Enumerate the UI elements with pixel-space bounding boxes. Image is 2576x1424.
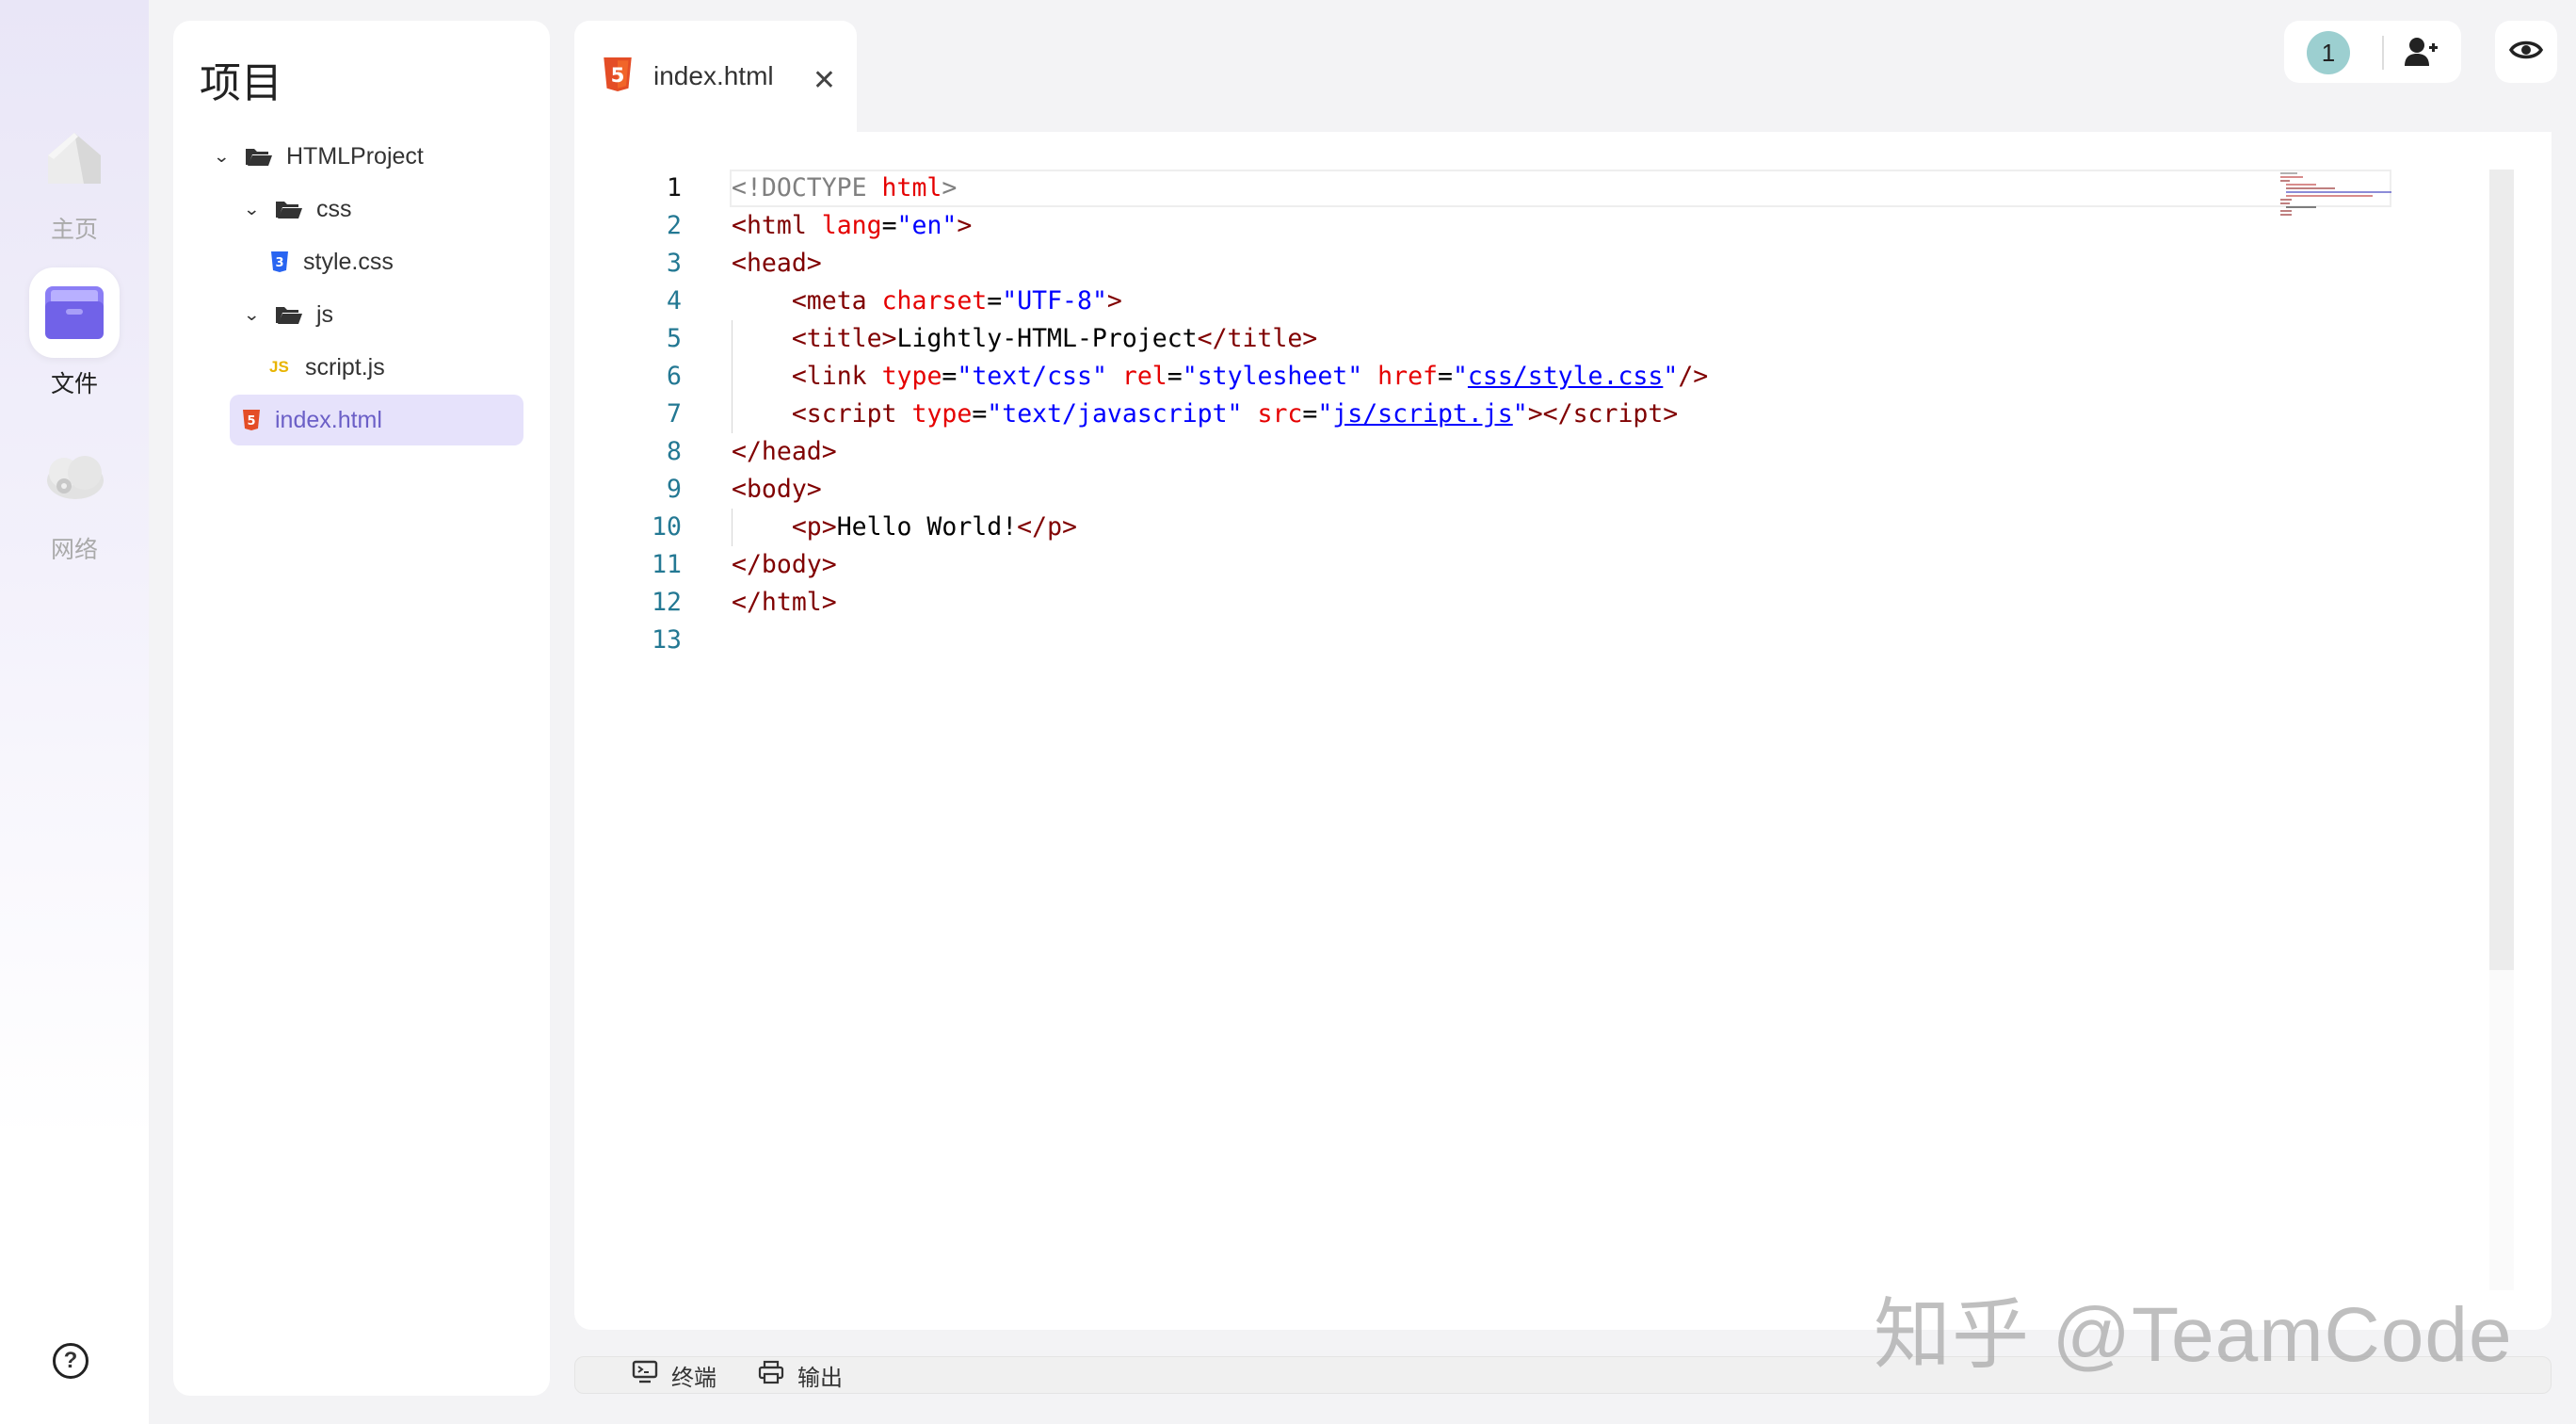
rail-item-files[interactable]: 文件 [0, 267, 149, 399]
code-line: 12 </html> [574, 584, 2486, 622]
tree-label: style.css [303, 248, 394, 275]
folder-open-icon [275, 304, 303, 325]
html5-icon: 5 [601, 55, 635, 99]
output-label: 输出 [797, 1365, 843, 1391]
tree-file-script-js[interactable]: JS script.js [269, 342, 385, 393]
tree-folder-js[interactable]: ⌄ js [243, 289, 334, 340]
divider [2382, 36, 2384, 70]
code-text: <p>Hello World!</p> [791, 512, 1077, 542]
avatar[interactable]: 1 [2307, 31, 2350, 74]
code-text: </body> [732, 550, 837, 579]
line-number: 11 [652, 550, 682, 579]
close-icon[interactable]: ✕ [813, 64, 836, 97]
code-text: </html> [732, 588, 837, 617]
code-line: 11 </body> [574, 546, 2486, 584]
line-number: 9 [667, 475, 682, 504]
css-file-icon: 3 [269, 251, 290, 273]
code-line: 2 <html lang="en"> [574, 207, 2486, 245]
code-text: <html lang="en"> [732, 211, 973, 240]
output-tab[interactable]: 输出 [758, 1359, 843, 1392]
rail-label-home: 主页 [50, 217, 98, 243]
line-number: 6 [667, 362, 682, 391]
code-line: 3 <head> [574, 245, 2486, 283]
terminal-icon [632, 1360, 658, 1391]
tree-label: index.html [275, 406, 382, 433]
terminal-tab[interactable]: 终端 [632, 1359, 716, 1392]
code-line: 10 <p>Hello World!</p> [574, 509, 2486, 546]
cloud-settings-icon [29, 433, 120, 524]
rail-item-network[interactable]: 网络 [0, 433, 149, 565]
html5-icon: 5 [241, 409, 262, 431]
code-line: 13 [574, 622, 2486, 659]
tree-label: css [316, 195, 352, 222]
line-number: 1 [667, 173, 682, 202]
line-number: 3 [667, 249, 682, 278]
line-number: 5 [667, 324, 682, 353]
watermark: 知乎 @TeamCode [1874, 1292, 2513, 1378]
line-number: 4 [667, 286, 682, 316]
app-rail: 主页 文件 网络 ? [0, 0, 149, 1424]
line-number: 10 [652, 512, 682, 542]
rail-label-network: 网络 [50, 537, 98, 563]
tree-label: js [316, 300, 334, 328]
rail-label-files: 文件 [50, 371, 98, 397]
code-line: 6 <link type="text/css" rel="stylesheet"… [574, 358, 2486, 396]
line-number: 8 [667, 437, 682, 466]
help-icon[interactable]: ? [53, 1343, 89, 1379]
tab-index-html[interactable]: 5 index.html ✕ [574, 21, 857, 132]
chevron-down-icon[interactable]: ⌄ [243, 305, 264, 325]
line-number: 12 [652, 588, 682, 617]
project-title: 项目 [200, 60, 282, 106]
code-text: <title>Lightly-HTML-Project</title> [791, 324, 1318, 353]
code-text: <body> [732, 475, 822, 504]
preview-button[interactable] [2495, 21, 2557, 83]
tree-file-index-html[interactable]: 5 index.html [230, 395, 523, 445]
svg-text:5: 5 [611, 64, 625, 88]
tree-folder-htmlproject[interactable]: ⌄ HTMLProject [213, 131, 424, 182]
code-text: <script type="text/javascript" src="js/s… [791, 399, 1679, 429]
code-line: 4 <meta charset="UTF-8"> [574, 283, 2486, 320]
code-editor[interactable]: 1 <!DOCTYPE html> 2 <html lang="en"> 3 <hea… [574, 132, 2552, 1330]
code-text: <!DOCTYPE html> [732, 173, 958, 202]
code-text: <head> [732, 249, 822, 278]
code-line: 9 <body> [574, 471, 2486, 509]
home-icon [29, 113, 120, 203]
code-line: 5 <title>Lightly-HTML-Project</title> [574, 320, 2486, 358]
printer-icon [758, 1360, 784, 1391]
chevron-down-icon[interactable]: ⌄ [213, 147, 233, 167]
folder-open-icon [275, 199, 303, 219]
chevron-down-icon[interactable]: ⌄ [243, 200, 264, 219]
code-line: 7 <script type="text/javascript" src="js… [574, 396, 2486, 433]
eye-icon [2508, 39, 2544, 66]
folder-open-icon [245, 146, 273, 167]
line-number: 7 [667, 399, 682, 429]
project-panel: 项目 ⌄ HTMLProject ⌄ css 3 style.css ⌄ js … [173, 21, 550, 1396]
scrollbar-thumb[interactable] [2489, 170, 2514, 970]
code-lines[interactable]: 1 <!DOCTYPE html> 2 <html lang="en"> 3 <hea… [574, 170, 2486, 659]
add-user-icon[interactable] [2405, 36, 2439, 73]
tree-label: script.js [305, 353, 385, 380]
minimap[interactable] [2278, 171, 2420, 228]
tree-file-style-css[interactable]: 3 style.css [269, 236, 394, 287]
tree-folder-css[interactable]: ⌄ css [243, 184, 352, 235]
svg-text:5: 5 [247, 414, 255, 429]
tab-label: index.html [653, 61, 774, 90]
rail-item-home[interactable]: 主页 [0, 113, 149, 245]
collaborators-box: 1 [2284, 21, 2461, 83]
terminal-label: 终端 [671, 1365, 716, 1391]
code-text: <meta charset="UTF-8"> [791, 286, 1122, 316]
code-line: 1 <!DOCTYPE html> [574, 170, 2486, 207]
code-line: 8 </head> [574, 433, 2486, 471]
js-file-icon: JS [269, 358, 289, 376]
svg-text:3: 3 [275, 256, 283, 270]
folder-icon [29, 267, 120, 358]
tree-label: HTMLProject [286, 142, 424, 170]
code-text: <link type="text/css" rel="stylesheet" h… [791, 362, 1709, 391]
line-number: 2 [667, 211, 682, 240]
code-text: </head> [732, 437, 837, 466]
line-number: 13 [652, 625, 682, 655]
